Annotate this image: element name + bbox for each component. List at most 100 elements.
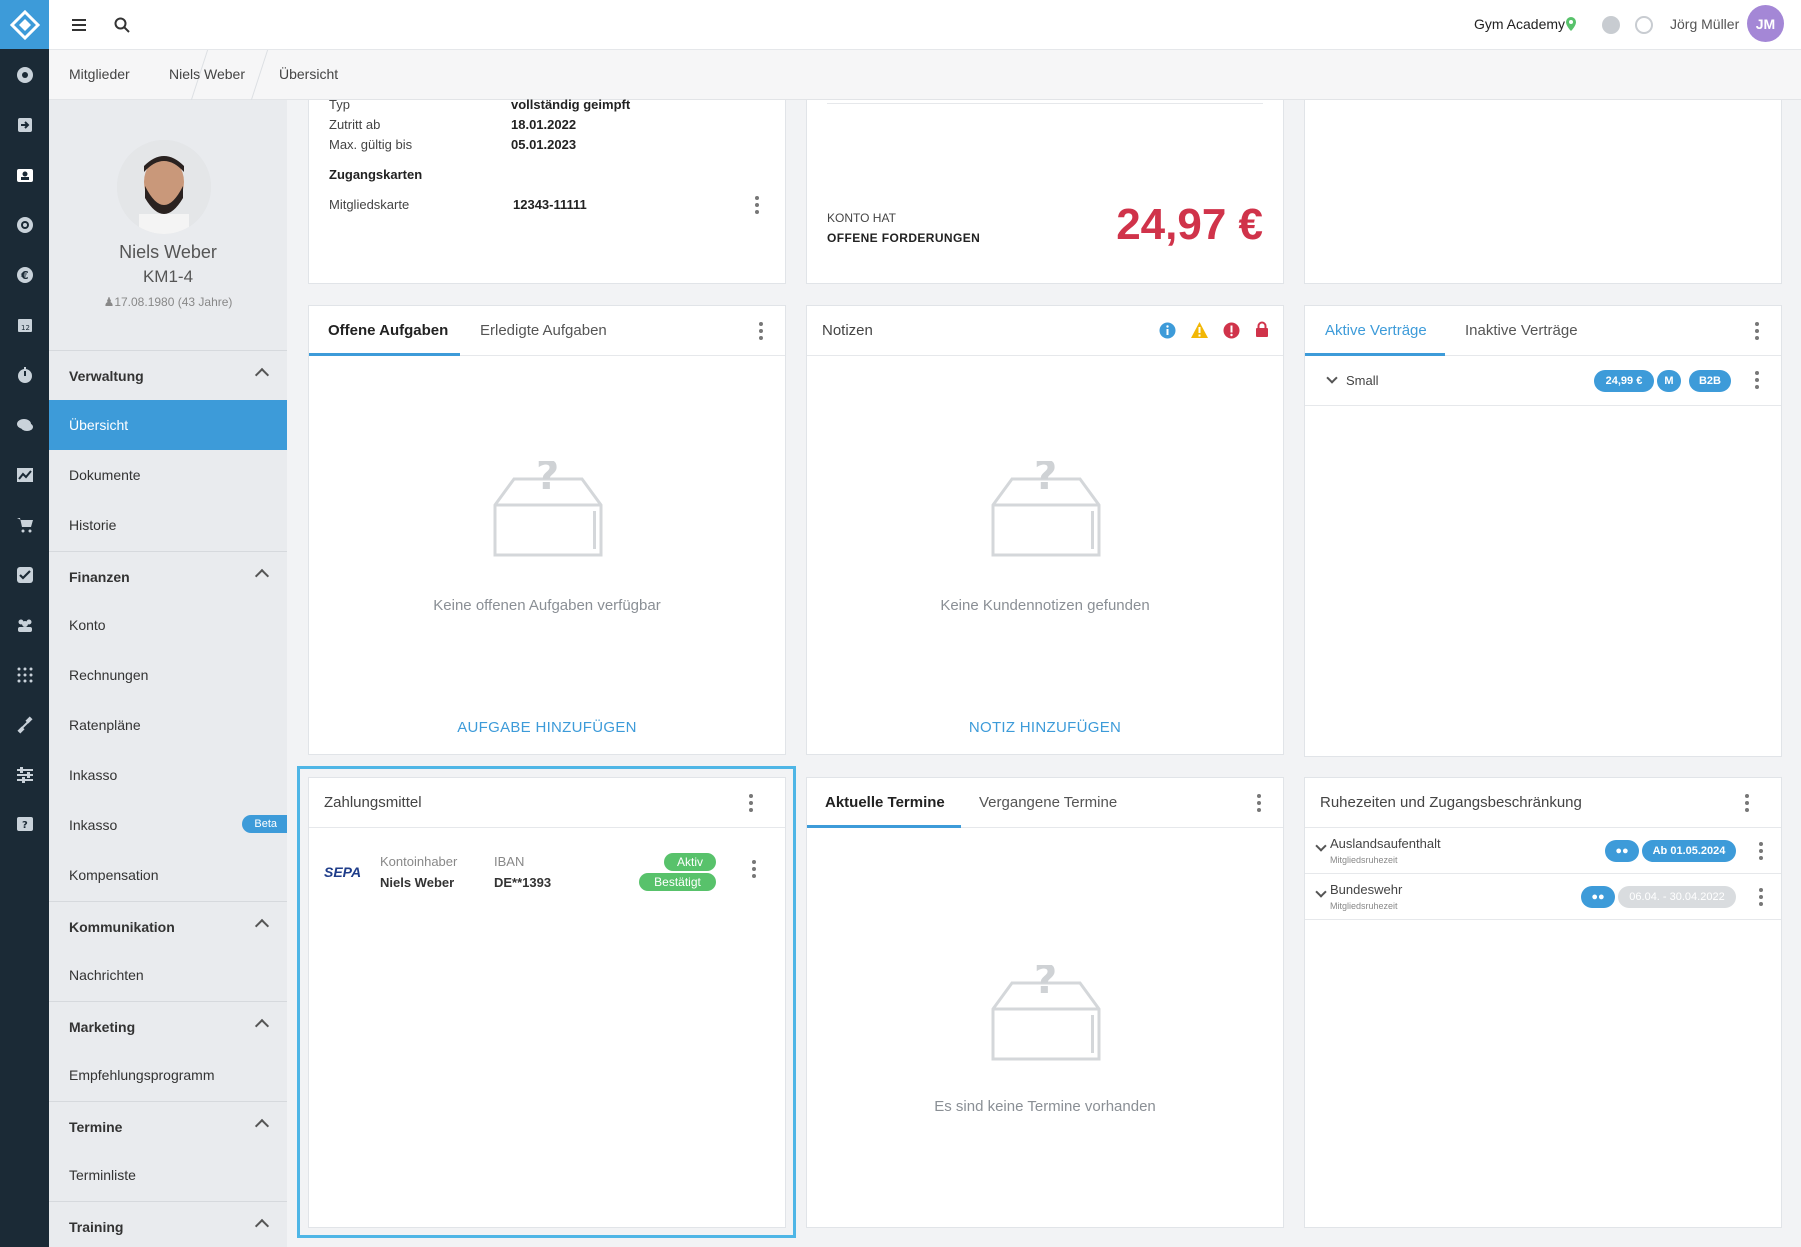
nav-group-kommunikation[interactable]: Kommunikation <box>49 901 287 951</box>
svg-text:€: € <box>20 269 29 282</box>
chevron-down-icon[interactable] <box>1315 840 1327 852</box>
nav-group-finanzen[interactable]: Finanzen <box>49 551 287 601</box>
nav-group-verwaltung[interactable]: Verwaltung <box>49 350 287 400</box>
nav-item-kompensation[interactable]: Kompensation <box>49 850 287 900</box>
help-icon[interactable]: ? <box>0 800 49 850</box>
user-avatar[interactable]: JM <box>1747 5 1784 42</box>
nav-item-nachrichten[interactable]: Nachrichten <box>49 950 287 1000</box>
payment-card-highlight <box>297 766 796 1238</box>
clock-icon[interactable] <box>1635 16 1653 34</box>
contract-name: Small <box>1346 373 1379 388</box>
chart-icon[interactable] <box>0 450 49 500</box>
rest-row-sub: Mitgliedsruhezeit <box>1330 855 1398 865</box>
app-rail: € 12 ? <box>0 0 49 1247</box>
breadcrumb-member[interactable]: Niels Weber <box>169 66 245 82</box>
tab-active-contracts[interactable]: Aktive Verträge <box>1325 322 1427 339</box>
nav-item-rechnungen[interactable]: Rechnungen <box>49 650 287 700</box>
kebab-icon[interactable] <box>1257 794 1261 812</box>
download-icon[interactable] <box>1602 16 1620 34</box>
error-icon[interactable] <box>1223 322 1240 339</box>
members-icon[interactable] <box>0 150 49 200</box>
notes-empty-text: Keine Kundennotizen gefunden <box>940 597 1150 614</box>
app-logo[interactable] <box>0 0 49 49</box>
nav-item-terminliste[interactable]: Terminliste <box>49 1150 287 1200</box>
kebab-icon[interactable] <box>1745 794 1749 812</box>
location-pin-icon <box>1566 17 1576 31</box>
nav-group-marketing[interactable]: Marketing <box>49 1001 287 1051</box>
nav-group-termine[interactable]: Termine <box>49 1101 287 1151</box>
nav-group-training[interactable]: Training <box>49 1201 287 1247</box>
chevron-down-icon[interactable] <box>1315 886 1327 898</box>
user-name[interactable]: Jörg Müller <box>1670 16 1739 32</box>
info-icon[interactable] <box>1159 322 1176 339</box>
kebab-icon[interactable] <box>1755 322 1759 340</box>
nav-item-historie[interactable]: Historie <box>49 500 287 550</box>
cart-icon[interactable] <box>0 500 49 550</box>
settings-wheel-icon[interactable] <box>0 200 49 250</box>
access-from-label: Zutritt ab <box>329 117 381 132</box>
chevron-up-icon <box>254 1018 270 1034</box>
nav-item-dokumente[interactable]: Dokumente <box>49 450 287 500</box>
lock-icon[interactable] <box>1255 321 1269 338</box>
notes-card: Notizen ? Keine Kundennotizen gefunden N… <box>806 305 1284 755</box>
dumbbell-icon[interactable] <box>0 700 49 750</box>
contract-row[interactable]: Small 24,99 € M B2B <box>1305 356 1781 406</box>
dashboard-icon[interactable] <box>0 50 49 100</box>
nav-item-inkasso[interactable]: Inkasso <box>49 750 287 800</box>
groups-icon[interactable] <box>0 600 49 650</box>
studio-name[interactable]: Gym Academy <box>1474 16 1565 32</box>
heatmap-icon[interactable] <box>0 650 49 700</box>
add-note-link[interactable]: NOTIZ HINZUFÜGEN <box>807 719 1283 736</box>
group-badge: ●● <box>1605 840 1639 862</box>
nav-item-uebersicht[interactable]: Übersicht <box>49 400 287 450</box>
sliders-icon[interactable] <box>0 750 49 800</box>
chevron-up-icon <box>254 1218 270 1234</box>
kebab-icon[interactable] <box>759 322 763 340</box>
calendar-icon[interactable]: 12 <box>0 300 49 350</box>
profile-photo <box>117 140 211 234</box>
notes-card-header: Notizen <box>807 306 1283 356</box>
breadcrumb-members[interactable]: Mitglieder <box>69 66 130 82</box>
task-check-icon[interactable] <box>0 550 49 600</box>
contract-price-badge: 24,99 € <box>1594 370 1654 392</box>
access-valid-value: 05.01.2023 <box>511 137 577 152</box>
timer-icon[interactable] <box>0 350 49 400</box>
rest-row[interactable]: Bundeswehr Mitgliedsruhezeit ●● 06.04. -… <box>1305 874 1781 920</box>
account-line1: KONTO HAT <box>827 211 896 225</box>
group-badge: ●● <box>1581 886 1615 908</box>
nav-item-ratenplaene[interactable]: Ratenpläne <box>49 700 287 750</box>
chat-icon[interactable] <box>0 400 49 450</box>
rest-row-name: Auslandsaufenthalt <box>1330 836 1441 851</box>
add-task-link[interactable]: AUFGABE HINZUFÜGEN <box>309 719 785 736</box>
chevron-down-icon[interactable] <box>1326 372 1338 384</box>
kebab-icon[interactable] <box>1759 888 1763 906</box>
nav-item-inkasso-beta[interactable]: Inkasso Beta <box>49 800 287 850</box>
appointments-card: Aktuelle Termine Vergangene Termine ? Es… <box>806 777 1284 1228</box>
access-type-label: Typ <box>329 97 350 112</box>
warning-icon[interactable] <box>1190 321 1209 339</box>
contracts-card-header: Aktive Verträge Inaktive Verträge <box>1305 306 1781 356</box>
access-from-value: 18.01.2022 <box>511 117 577 132</box>
rest-row-name: Bundeswehr <box>1330 882 1403 897</box>
euro-icon[interactable]: € <box>0 250 49 300</box>
menu-icon[interactable] <box>70 16 88 34</box>
checkin-icon[interactable] <box>0 100 49 150</box>
tab-inactive-contracts[interactable]: Inaktive Verträge <box>1465 322 1578 339</box>
access-valid-label: Max. gültig bis <box>329 137 413 152</box>
tab-current-appointments[interactable]: Aktuelle Termine <box>825 794 945 811</box>
rest-row[interactable]: Auslandsaufenthalt Mitgliedsruhezeit ●● … <box>1305 828 1781 874</box>
nav-item-konto[interactable]: Konto <box>49 600 287 650</box>
kebab-icon[interactable] <box>1755 371 1759 389</box>
breadcrumb-current: Übersicht <box>279 66 339 82</box>
breadcrumb-separator <box>250 50 269 100</box>
search-icon[interactable] <box>113 16 131 34</box>
nav-item-empfehlungsprogramm[interactable]: Empfehlungsprogramm <box>49 1050 287 1100</box>
tab-past-appointments[interactable]: Vergangene Termine <box>979 794 1117 811</box>
profile-birthdate: ♟17.08.1980 (43 Jahre) <box>103 295 233 309</box>
kebab-icon[interactable] <box>1759 842 1763 860</box>
member-card-value: 12343-11111 <box>513 197 587 212</box>
kebab-icon[interactable] <box>755 196 759 214</box>
tab-open-tasks[interactable]: Offene Aufgaben <box>328 322 448 339</box>
tab-done-tasks[interactable]: Erledigte Aufgaben <box>480 322 607 339</box>
topbar: Gym Academy Jörg Müller JM <box>49 0 1801 50</box>
